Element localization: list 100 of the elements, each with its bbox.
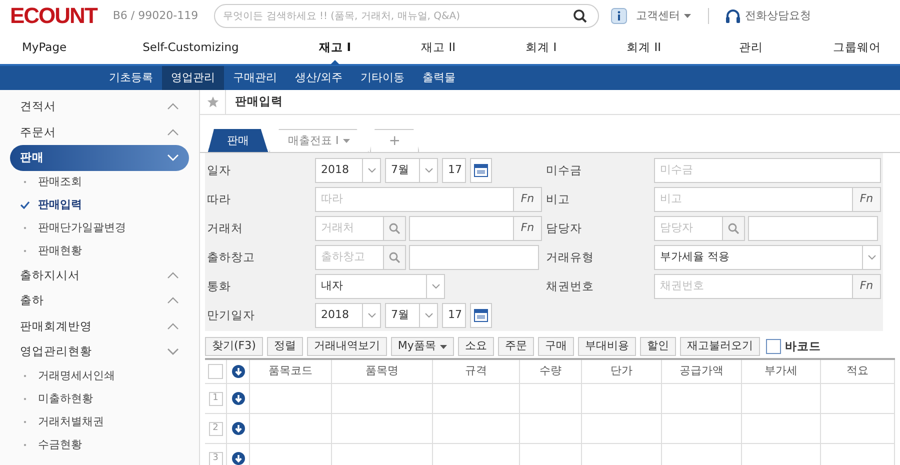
chevron-up-icon[interactable] [167,103,179,110]
toolbar-button[interactable]: 주문 [498,337,534,356]
row-number: 3 [208,452,222,465]
top-menu-item[interactable]: 재고 II [417,39,460,57]
table-cell[interactable] [520,384,582,414]
toolbar-button[interactable]: 소요 [458,337,494,356]
table-cell[interactable] [250,414,332,444]
sidebar-item[interactable]: 판매회계반영 [10,314,189,339]
chevron-down-icon[interactable] [424,168,432,173]
chevron-up-icon[interactable] [167,128,179,136]
download-circle-icon[interactable] [232,422,244,435]
sidebar-item[interactable]: 주문서 [10,120,189,145]
table-cell[interactable] [332,384,433,414]
day-field[interactable]: 17 [442,158,466,183]
column-header: 규격 [433,360,520,384]
download-circle-icon[interactable] [232,452,244,465]
chevron-down-icon[interactable] [167,348,179,356]
sidebar-subitem[interactable]: 판매입력 [10,194,189,216]
chevron-up-icon[interactable] [167,322,179,330]
chevron-down-icon[interactable] [424,313,432,318]
day-field[interactable]: 17 [442,303,466,328]
chevron-down-icon[interactable] [368,168,376,173]
toolbar-button[interactable]: 찾기(F3) [205,337,263,356]
select-field[interactable]: 2018 [315,158,363,183]
sidebar-subitem[interactable]: 미출하현황 [10,388,189,410]
table-cell[interactable] [821,384,895,414]
select-field[interactable]: 내자 [315,274,427,299]
fn-button[interactable]: Fn [853,274,881,299]
sidebar-subitem[interactable]: 거래처별채권 [10,410,189,434]
sidebar-subitem[interactable]: 수금현황 [10,434,189,456]
download-circle-icon[interactable] [232,392,244,405]
table-cell[interactable] [433,384,520,414]
top-menu-item[interactable]: Self-Customizing [138,39,243,57]
select-field[interactable]: 부가세율 적용 [654,245,863,270]
table-cell[interactable] [582,414,662,444]
help-center-dropdown[interactable]: 고객센터 [635,6,692,26]
chevron-up-icon[interactable] [167,272,179,279]
table-cell[interactable] [250,384,332,414]
toolbar-button[interactable]: 거래내역보기 [306,337,387,356]
tab[interactable]: 판매 [208,129,268,152]
sidebar-item[interactable]: 판매 [10,145,189,170]
sub-menu-item[interactable]: 기타이동 [352,66,414,90]
name-field[interactable] [748,216,878,241]
top-menu-item[interactable]: 그룹웨어 [829,39,886,57]
table-cell[interactable] [662,384,742,414]
calendar-icon[interactable] [474,309,488,322]
sidebar-item[interactable]: 영업관리현황 [10,339,189,364]
sub-menu-item[interactable]: 출력물 [414,66,465,90]
sidebar-subitem[interactable]: 판매현황 [10,240,189,262]
sub-menu-item[interactable]: 기초등록 [100,66,162,90]
table-cell[interactable] [433,414,520,444]
sub-menu-item[interactable]: 생산/외주 [286,66,352,90]
table-cell[interactable] [332,414,433,444]
sub-menu-item[interactable]: 영업관리 [162,66,224,90]
toolbar-button[interactable]: 재고불러오기 [680,337,760,356]
sidebar-subitem[interactable]: 판매조회 [10,170,189,194]
select-field[interactable]: 7월 [385,303,420,328]
toolbar-button[interactable]: 할인 [640,337,676,356]
top-menu-item[interactable]: 회계 I [522,39,561,57]
sidebar-item[interactable]: 견적서 [10,94,189,120]
star-icon[interactable] [206,96,218,108]
sub-menu-item[interactable]: 구매관리 [224,66,286,90]
toolbar-button[interactable]: 정렬 [266,337,303,356]
sidebar-item[interactable]: 출하지시서 [10,262,189,288]
select-field[interactable]: 2018 [315,303,363,328]
sidebar-subitem[interactable]: 판매단가일괄변경 [10,216,189,240]
select-all-checkbox[interactable] [208,364,223,379]
tab[interactable]: 매출전표 I [269,129,369,152]
top-menu-item[interactable]: MyPage [18,39,71,57]
chevron-up-icon[interactable] [167,297,179,304]
fn-button[interactable]: Fn [853,187,881,212]
fn-button[interactable]: Fn [514,187,542,212]
sidebar-subitem[interactable]: 거래명세서인쇄 [10,364,189,388]
top-menu-item[interactable]: 회계 II [622,39,666,57]
calendar-icon[interactable] [474,164,488,177]
select-field[interactable]: 7월 [385,158,420,183]
sidebar-item[interactable]: 출하 [10,288,189,314]
fn-button[interactable]: Fn [514,216,542,241]
toolbar-button[interactable]: 부대비용 [578,337,636,356]
field-label: 출하창고 [206,248,256,266]
logo[interactable]: ECOUNT [10,5,97,27]
toolbar-button[interactable]: My품목 [390,337,454,356]
chevron-down-icon[interactable] [868,255,876,260]
barcode-checkbox[interactable] [766,339,781,354]
table-cell[interactable] [662,414,742,444]
name-field[interactable] [409,216,514,241]
search-field[interactable]: 무엇이든 검색하세요 !! (품목, 거래처, 매뉴얼, Q&A) [214,4,600,28]
chevron-down-icon[interactable] [368,313,376,318]
table-cell[interactable] [742,414,821,444]
toolbar-button[interactable]: 구매 [538,337,574,356]
table-cell[interactable] [520,414,582,444]
table-cell[interactable] [582,384,662,414]
table-cell[interactable] [742,384,821,414]
table-cell[interactable] [821,414,895,444]
field-label: 비고 [545,190,571,208]
phone-consult-link[interactable]: 전화상담요청 [745,8,812,24]
chevron-down-icon[interactable] [432,284,440,289]
top-menu-item[interactable]: 관리 [735,39,768,57]
download-circle-icon[interactable] [232,365,244,378]
name-field[interactable] [409,245,539,270]
